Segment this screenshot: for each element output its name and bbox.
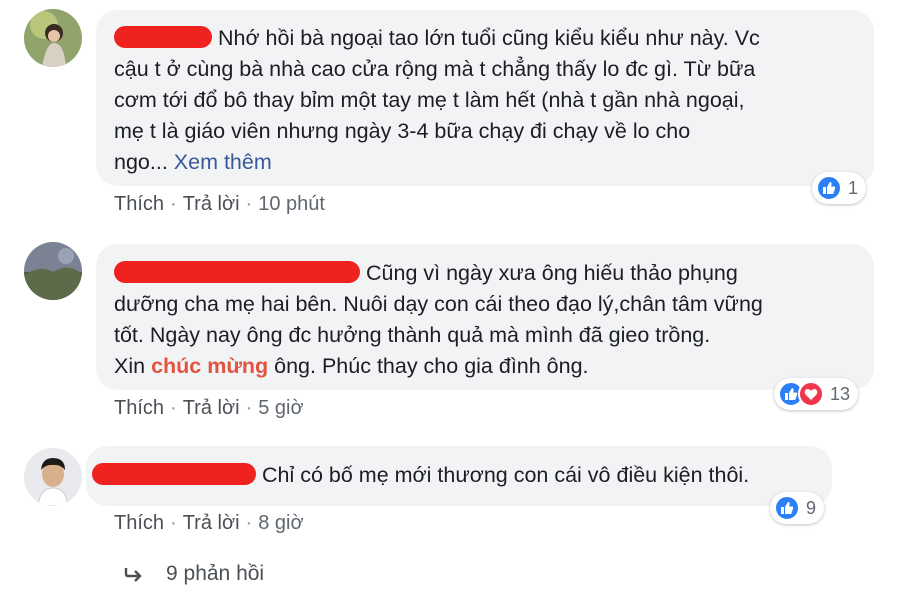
congrats-highlight[interactable]: chúc mừng <box>151 354 268 378</box>
comment-text-line-1: Nhớ hồi bà ngoại tao lớn tuổi cũng kiểu … <box>218 26 760 50</box>
see-more-link[interactable]: Xem thêm <box>174 150 272 174</box>
comment-text-line-1: Cũng vì ngày xưa ông hiếu thảo phụng <box>366 261 738 285</box>
view-replies-link[interactable]: 9 phản hồi <box>124 562 264 586</box>
reaction-count: 13 <box>830 383 851 404</box>
like-button[interactable]: Thích <box>114 512 164 534</box>
avatar[interactable] <box>24 242 82 300</box>
reply-arrow-icon <box>124 566 144 582</box>
separator-dot: · <box>170 193 177 215</box>
reply-button[interactable]: Trả lời <box>183 193 240 215</box>
separator-dot: · <box>245 193 253 215</box>
comment-actions: Thích · Trả lời · 8 giờ <box>114 512 304 535</box>
reaction-summary[interactable]: 1 <box>812 172 867 204</box>
separator-dot: · <box>245 512 253 534</box>
reply-button[interactable]: Trả lời <box>183 512 240 534</box>
redacted-author-name <box>114 26 212 48</box>
reaction-summary[interactable]: 13 <box>774 378 859 410</box>
comment-line: ngo... Xem thêm <box>114 147 856 178</box>
comment-text-line-2: dưỡng cha mẹ hai bên. Nuôi dạy con cái t… <box>114 292 763 316</box>
separator-dot: · <box>170 512 177 534</box>
comment-text-line-2: cậu t ở cùng bà nhà cao cửa rộng mà t ch… <box>114 57 756 81</box>
comment-line: Nhớ hồi bà ngoại tao lớn tuổi cũng kiểu … <box>114 23 856 54</box>
separator-dot: · <box>170 397 177 419</box>
comment-text-suffix: ông. Phúc thay cho gia đình ông. <box>268 354 589 378</box>
reaction-summary[interactable]: 9 <box>770 492 825 524</box>
reaction-count: 9 <box>806 497 817 518</box>
avatar-photo-2 <box>24 242 82 300</box>
like-reaction-icon <box>816 175 842 201</box>
avatar[interactable] <box>24 448 82 506</box>
redacted-author-name <box>92 463 256 485</box>
comment-text: Chỉ có bố mẹ mới thương con cái vô điều … <box>262 463 750 487</box>
comment-text-line-3: cơm tới đổ bô thay bỉm một tay mẹ t làm … <box>114 88 745 112</box>
replies-count-label: 9 phản hồi <box>166 562 265 585</box>
comment-line: Xin chúc mừng ông. Phúc thay cho gia đìn… <box>114 351 856 382</box>
comment-line: Cũng vì ngày xưa ông hiếu thảo phụng <box>114 258 856 289</box>
reaction-count: 1 <box>848 177 859 198</box>
avatar-photo-1 <box>24 9 82 67</box>
love-reaction-icon <box>798 381 824 407</box>
redacted-author-name <box>114 261 360 283</box>
like-reaction-icon <box>774 495 800 521</box>
comment-actions: Thích · Trả lời · 10 phút <box>114 193 325 216</box>
comment-timestamp[interactable]: 5 giờ <box>258 397 303 419</box>
comment-actions: Thích · Trả lời · 5 giờ <box>114 397 304 420</box>
comment-bubble: Nhớ hồi bà ngoại tao lớn tuổi cũng kiểu … <box>96 10 874 186</box>
comment-timestamp[interactable]: 10 phút <box>258 193 325 215</box>
comment-text-truncated: ngo... <box>114 150 174 174</box>
comment-text-prefix: Xin <box>114 354 152 378</box>
comment-text-line-4: mẹ t là giáo viên nhưng ngày 3-4 bữa chạ… <box>114 119 691 143</box>
separator-dot: · <box>245 397 253 419</box>
like-button[interactable]: Thích <box>114 397 164 419</box>
comment-bubble: Chỉ có bố mẹ mới thương con cái vô điều … <box>86 446 832 506</box>
like-button[interactable]: Thích <box>114 193 164 215</box>
comment-bubble: Cũng vì ngày xưa ông hiếu thảo phụng dưỡ… <box>96 244 874 390</box>
avatar-photo-3 <box>24 448 82 506</box>
comment-line: Chỉ có bố mẹ mới thương con cái vô điều … <box>92 460 814 491</box>
comment-timestamp[interactable]: 8 giờ <box>258 512 303 534</box>
reply-button[interactable]: Trả lời <box>183 397 240 419</box>
comment-text-line-3: tốt. Ngày nay ông đc hưởng thành quả mà … <box>114 323 711 347</box>
avatar[interactable] <box>24 9 82 67</box>
